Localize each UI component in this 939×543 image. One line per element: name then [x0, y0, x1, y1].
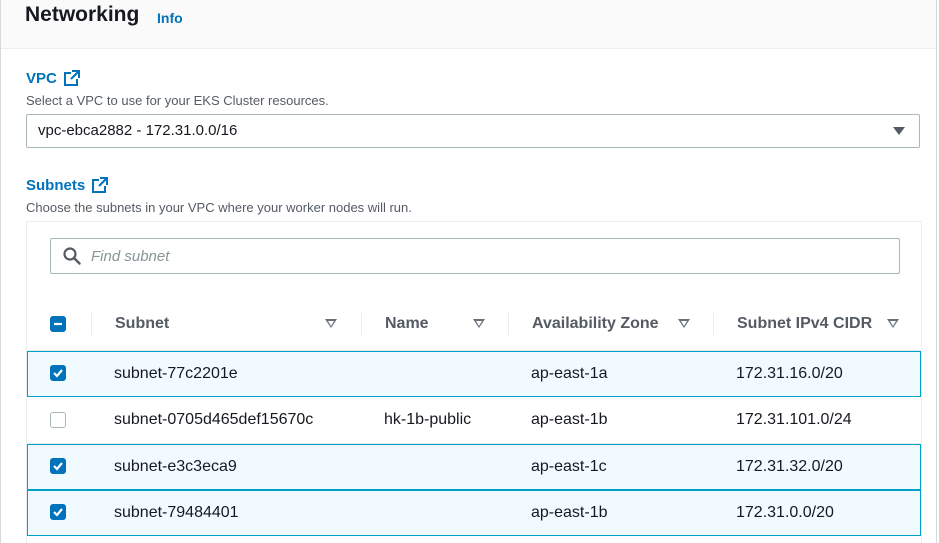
- minus-icon: [54, 322, 62, 326]
- subnet-id: subnet-79484401: [114, 504, 239, 521]
- column-divider: [713, 313, 714, 335]
- caret-down-icon: [893, 127, 905, 135]
- search-input[interactable]: [91, 243, 881, 269]
- column-divider: [91, 313, 92, 335]
- table-row[interactable]: subnet-79484401 ap-east-1b 172.31.0.0/20: [27, 490, 921, 536]
- ipv4-cidr: 172.31.101.0/24: [736, 411, 852, 428]
- subnets-description: Choose the subnets in your VPC where you…: [26, 200, 412, 215]
- ipv4-cidr: 172.31.32.0/20: [736, 458, 843, 475]
- subnet-id: subnet-77c2201e: [114, 365, 238, 382]
- vpc-label-link[interactable]: VPC: [26, 69, 81, 87]
- column-divider: [508, 313, 509, 335]
- subnets-label: Subnets: [26, 176, 86, 194]
- external-link-icon: [92, 177, 109, 193]
- column-divider: [361, 313, 362, 335]
- table-row[interactable]: subnet-e3c3eca9 ap-east-1c 172.31.32.0/2…: [27, 444, 921, 490]
- checkmark-icon: [53, 508, 63, 517]
- subnet-id: subnet-0705d465def15670c: [114, 411, 314, 428]
- panel-header: Networking Info: [1, 0, 936, 49]
- ipv4-cidr: 172.31.0.0/20: [736, 504, 834, 521]
- subnet-id: subnet-e3c3eca9: [114, 458, 237, 475]
- sort-icon[interactable]: [678, 319, 690, 328]
- availability-zone: ap-east-1b: [531, 504, 608, 521]
- column-header-name[interactable]: Name: [385, 298, 429, 350]
- column-header-subnet[interactable]: Subnet: [115, 298, 169, 350]
- row-checkbox[interactable]: [50, 504, 66, 520]
- sort-icon[interactable]: [887, 319, 899, 328]
- table-row[interactable]: subnet-77c2201e ap-east-1a 172.31.16.0/2…: [27, 351, 921, 397]
- subnets-table: Subnet Name Availability Zone Subnet IPv…: [26, 221, 922, 543]
- search-icon: [63, 247, 81, 265]
- table-header: Subnet Name Availability Zone Subnet IPv…: [27, 298, 921, 351]
- availability-zone: ap-east-1b: [531, 411, 608, 428]
- row-checkbox[interactable]: [50, 365, 66, 381]
- subnet-name: hk-1b-public: [384, 411, 472, 428]
- networking-panel: Networking Info VPC Select a VPC to use …: [0, 0, 937, 543]
- checkmark-icon: [53, 369, 63, 378]
- column-header-ipv4-cidr[interactable]: Subnet IPv4 CIDR: [737, 298, 872, 350]
- availability-zone: ap-east-1a: [531, 365, 608, 382]
- checkmark-icon: [53, 462, 63, 471]
- subnet-search: [50, 238, 900, 274]
- availability-zone: ap-east-1c: [531, 458, 607, 475]
- ipv4-cidr: 172.31.16.0/20: [736, 365, 843, 382]
- info-link[interactable]: Info: [157, 10, 183, 26]
- subnets-label-link[interactable]: Subnets: [26, 176, 109, 194]
- sort-icon[interactable]: [325, 319, 337, 328]
- vpc-select[interactable]: vpc-ebca2882 - 172.31.0.0/16: [26, 114, 920, 148]
- vpc-description: Select a VPC to use for your EKS Cluster…: [26, 93, 329, 108]
- sort-icon[interactable]: [473, 319, 485, 328]
- panel-title: Networking: [25, 3, 140, 26]
- external-link-icon: [63, 70, 80, 86]
- row-checkbox[interactable]: [50, 458, 66, 474]
- vpc-label: VPC: [26, 69, 57, 87]
- select-all-checkbox[interactable]: [50, 316, 66, 332]
- row-checkbox[interactable]: [50, 412, 66, 428]
- table-row[interactable]: subnet-0705d465def15670c hk-1b-public ap…: [27, 398, 921, 444]
- vpc-select-value: vpc-ebca2882 - 172.31.0.0/16: [38, 122, 238, 139]
- column-header-availability-zone[interactable]: Availability Zone: [532, 298, 659, 350]
